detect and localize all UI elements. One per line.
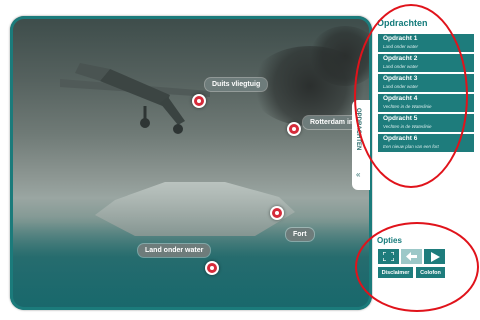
fort-illustration <box>95 182 295 236</box>
hotspot-label-fort[interactable]: Fort <box>286 228 314 241</box>
collapse-arrow-icon: « <box>356 170 361 179</box>
task-item[interactable]: Opdracht 6 Een nieuw plan van een fort <box>378 134 474 152</box>
sidebar: Opdrachten Opdracht 1 Land onder water O… <box>373 16 475 312</box>
task-item[interactable]: Opdracht 5 Vechten in de Waterlinie <box>378 114 474 132</box>
task-title: Opdracht 5 <box>383 115 418 122</box>
task-subtitle: Vechten in de Waterlinie <box>383 104 432 109</box>
task-item[interactable]: Opdracht 4 Vechten in de Waterlinie <box>378 94 474 112</box>
task-subtitle: Vechten in de Waterlinie <box>383 124 432 129</box>
task-subtitle: Land onder water <box>383 84 419 89</box>
task-item[interactable]: Opdracht 3 Land onder water <box>378 74 474 92</box>
task-title: Opdracht 3 <box>383 75 418 82</box>
back-button[interactable] <box>401 249 422 264</box>
plane-illustration <box>60 63 210 134</box>
task-item[interactable]: Opdracht 2 Land onder water <box>378 54 474 72</box>
task-item[interactable]: Opdracht 1 Land onder water <box>378 34 474 52</box>
hotspot-rotterdam[interactable] <box>287 122 301 136</box>
smoke-cloud <box>310 26 372 86</box>
task-title: Opdracht 1 <box>383 35 418 42</box>
hotspot-label-land-onder-water[interactable]: Land onder water <box>138 244 211 257</box>
task-title: Opdracht 6 <box>383 135 418 142</box>
map-stage: Duits vliegtuig Rotterdam in Fort Land o… <box>10 16 372 310</box>
task-title: Opdracht 2 <box>383 55 418 62</box>
collapse-tab[interactable]: OPDRACHTEN « <box>352 100 370 190</box>
sidebar-title: Opdrachten <box>377 18 428 28</box>
disclaimer-button[interactable]: Disclaimer <box>378 267 413 278</box>
colofon-button[interactable]: Colofon <box>416 267 445 278</box>
task-title: Opdracht 4 <box>383 95 418 102</box>
hotspot-label-plane[interactable]: Duits vliegtuig <box>205 78 268 91</box>
task-subtitle: Land onder water <box>383 64 419 69</box>
task-subtitle: Land onder water <box>383 44 419 49</box>
task-subtitle: Een nieuw plan van een fort <box>383 144 439 149</box>
play-button[interactable] <box>424 249 445 264</box>
hotspot-fort[interactable] <box>270 206 284 220</box>
options-title: Opties <box>377 236 402 245</box>
hotspot-plane[interactable] <box>192 94 206 108</box>
play-icon <box>430 251 440 262</box>
collapse-tab-label: OPDRACHTEN <box>355 108 361 151</box>
fullscreen-icon <box>383 252 394 261</box>
fullscreen-button[interactable] <box>378 249 399 264</box>
back-arrow-icon <box>406 252 417 261</box>
hotspot-land-onder-water[interactable] <box>205 261 219 275</box>
